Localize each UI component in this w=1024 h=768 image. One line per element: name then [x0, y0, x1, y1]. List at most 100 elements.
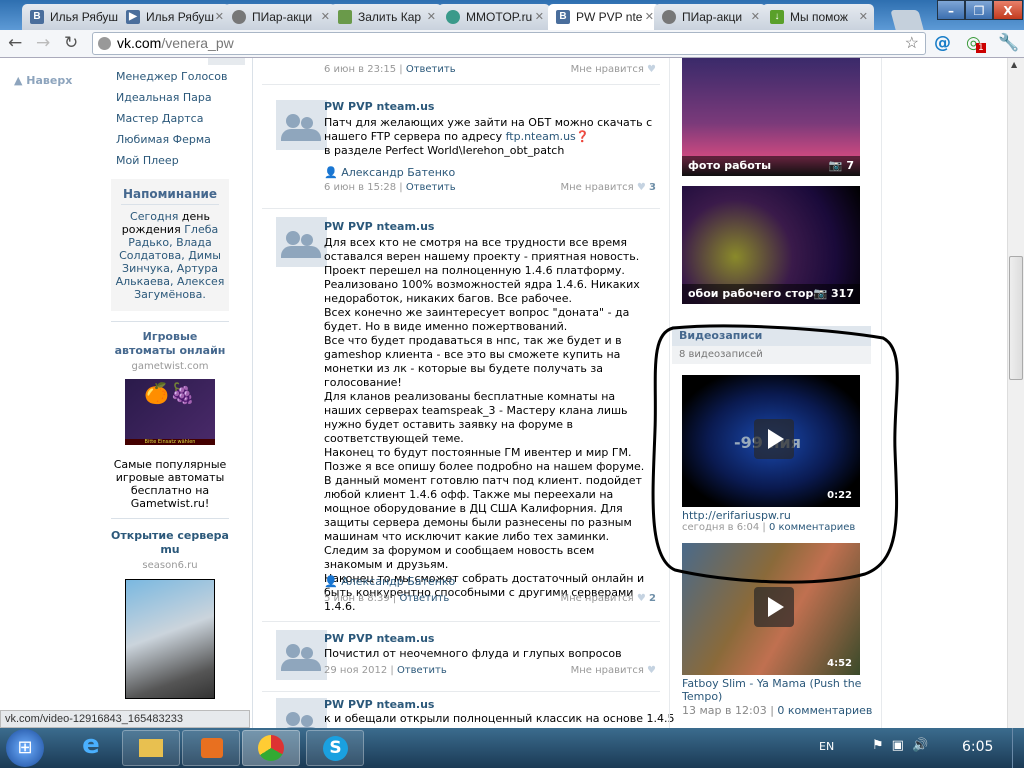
- address-bar[interactable]: vk.com/venera_pw ☆: [92, 32, 926, 55]
- bookmark-star-icon[interactable]: ☆: [905, 33, 919, 53]
- wall-post: PW PVP nteam.us Для всех кто не смотря н…: [262, 209, 660, 622]
- ftp-link[interactable]: ftp.nteam.us: [506, 130, 576, 143]
- menu-item-darts[interactable]: Мастер Дартса: [116, 112, 203, 125]
- tab-7[interactable]: ПИар-акци ✕: [654, 4, 766, 30]
- language-indicator[interactable]: EN: [819, 740, 834, 753]
- video-title[interactable]: Fatboy Slim - Ya Mama (Push the Tempo): [682, 677, 862, 703]
- divider: [111, 321, 229, 322]
- new-tab-button[interactable]: [890, 10, 924, 30]
- ad-slot-image[interactable]: 🍊🍇 Bitte Einsatz wählen: [125, 379, 215, 445]
- close-window-button[interactable]: X: [993, 0, 1023, 20]
- media-taskbar-icon[interactable]: [182, 730, 240, 766]
- scrollbar[interactable]: ▲: [1007, 58, 1024, 728]
- ad-title[interactable]: Открытие сервера mu: [111, 529, 229, 557]
- ad-banner-text: Bitte Einsatz wählen: [125, 439, 215, 445]
- close-tab-icon[interactable]: ✕: [215, 10, 224, 23]
- tab-3[interactable]: ПИар-акци ✕: [224, 4, 336, 30]
- chrome-taskbar-icon[interactable]: [242, 730, 300, 766]
- post-signer[interactable]: 👤 Александр Батенко: [324, 166, 455, 179]
- album-caption: обои рабочего стора 📷 317: [682, 284, 860, 304]
- extension-icon[interactable]: ◎ 1: [966, 33, 986, 53]
- tab-8[interactable]: ↓ Мы помож ✕: [762, 4, 874, 30]
- like-button[interactable]: Мне нравится ♥: [571, 665, 656, 676]
- post-signer[interactable]: 👤 Александр Батенко: [324, 575, 455, 588]
- wall-post: PW PVP nteam.us Почистил от неочемного ф…: [262, 622, 660, 692]
- tab-5[interactable]: MMOTOP.ru ✕: [438, 4, 550, 30]
- close-tab-icon[interactable]: ✕: [535, 10, 544, 23]
- scroll-up-icon[interactable]: ▲: [1011, 60, 1017, 69]
- post-text: Патч для желающих уже зайти на ОБТ можно…: [324, 116, 654, 158]
- start-button[interactable]: ⊞: [6, 729, 44, 767]
- avatar[interactable]: [276, 698, 327, 728]
- album-count-value: 7: [846, 159, 854, 172]
- back-icon[interactable]: ←: [8, 33, 22, 53]
- reply-link[interactable]: Ответить: [406, 182, 456, 193]
- reply-link[interactable]: Ответить: [406, 64, 456, 75]
- ad-gametwist[interactable]: Игровые автоматы онлайн gametwist.com 🍊🍇…: [111, 330, 229, 510]
- video-comments[interactable]: 0 комментариев: [777, 704, 872, 717]
- menu-item-farm[interactable]: Любимая Ферма: [116, 133, 211, 146]
- album-photos-work[interactable]: фото работы 📷 7: [682, 58, 860, 176]
- video-meta: 13 мар в 12:03 | 0 комментариев: [682, 704, 873, 717]
- signer-name: Александр Батенко: [341, 575, 456, 588]
- post-author[interactable]: PW PVP nteam.us: [324, 698, 434, 711]
- album-wallpapers[interactable]: обои рабочего стора 📷 317: [682, 186, 860, 304]
- network-icon[interactable]: ▣: [892, 738, 912, 753]
- close-tab-icon[interactable]: ✕: [321, 10, 330, 23]
- download-icon: ↓: [770, 10, 784, 24]
- post-date[interactable]: 5 июн в 8:39: [324, 593, 390, 604]
- tab-2[interactable]: ▶ Илья Рябуш ✕: [118, 4, 230, 30]
- reply-link[interactable]: Ответить: [399, 593, 449, 604]
- close-tab-icon[interactable]: ✕: [859, 10, 868, 23]
- mail-extension-icon[interactable]: @: [934, 33, 951, 53]
- clock[interactable]: 6:05: [962, 739, 993, 755]
- scrollbar-thumb[interactable]: [1009, 256, 1023, 380]
- flag-icon[interactable]: ⚑: [872, 738, 892, 753]
- like-button[interactable]: Мне нравится ♥ 2: [560, 593, 656, 604]
- menu-item-ideal-pair[interactable]: Идеальная Пара: [116, 91, 212, 104]
- like-button[interactable]: Мне нравится ♥: [571, 64, 656, 75]
- globe-icon: [232, 10, 246, 24]
- avatar[interactable]: [276, 630, 327, 680]
- camera-icon: 📷: [813, 287, 828, 300]
- reply-link[interactable]: Ответить: [397, 665, 447, 676]
- ad-title[interactable]: Игровые автоматы онлайн: [111, 330, 229, 358]
- tab-4[interactable]: Залить Кар ✕: [330, 4, 442, 30]
- show-desktop-button[interactable]: [1012, 728, 1024, 768]
- close-tab-icon[interactable]: ✕: [645, 10, 654, 23]
- maximize-button[interactable]: ❐: [965, 0, 993, 20]
- volume-icon[interactable]: 🔊: [912, 738, 936, 753]
- post-author[interactable]: PW PVP nteam.us: [324, 220, 434, 233]
- post-author[interactable]: PW PVP nteam.us: [324, 632, 434, 645]
- like-button[interactable]: Мне нравится ♥ 3: [560, 182, 656, 193]
- post-meta: 5 июн в 8:39 | Ответить Мне нравится ♥ 2: [324, 593, 656, 604]
- minimize-button[interactable]: –: [937, 0, 965, 20]
- menu-item-player[interactable]: Мой Плеер: [116, 154, 179, 167]
- ad-mu-image[interactable]: [125, 579, 215, 699]
- play-icon[interactable]: [754, 587, 794, 627]
- forward-icon[interactable]: →: [36, 33, 50, 53]
- camera-icon: 📷: [828, 159, 843, 172]
- back-to-top-link[interactable]: ▲ Наверх: [14, 74, 72, 87]
- wall-post: PW PVP nteam.us Патч для желающих уже за…: [262, 86, 660, 209]
- ie-taskbar-icon[interactable]: e: [62, 730, 120, 766]
- ad-mu[interactable]: Открытие сервера mu season6.ru: [111, 529, 229, 699]
- menu-item-voice-manager[interactable]: Менеджер Голосов: [116, 70, 227, 83]
- post-date[interactable]: 29 ноя 2012: [324, 665, 387, 676]
- post-date[interactable]: 6 июн в 23:15: [324, 64, 396, 75]
- status-bar-url: vk.com/video-12916843_165483233: [0, 710, 250, 728]
- wrench-icon[interactable]: 🔧: [998, 33, 1019, 53]
- close-tab-icon[interactable]: ✕: [427, 10, 436, 23]
- tray-icons[interactable]: ⚑▣🔊: [872, 738, 936, 753]
- ad-text: Самые популярные игровые автоматы беспла…: [113, 458, 227, 510]
- reload-icon[interactable]: ↻: [64, 33, 78, 53]
- post-date[interactable]: 6 июн в 15:28: [324, 182, 396, 193]
- tab-6-active[interactable]: B PW PVP nte ✕: [548, 4, 660, 31]
- post-author[interactable]: PW PVP nteam.us: [324, 100, 434, 113]
- avatar[interactable]: [276, 217, 327, 267]
- album-count: 📷 317: [813, 287, 854, 300]
- close-tab-icon[interactable]: ✕: [751, 10, 760, 23]
- avatar[interactable]: [276, 100, 327, 150]
- skype-taskbar-icon[interactable]: S: [306, 730, 364, 766]
- explorer-taskbar-icon[interactable]: [122, 730, 180, 766]
